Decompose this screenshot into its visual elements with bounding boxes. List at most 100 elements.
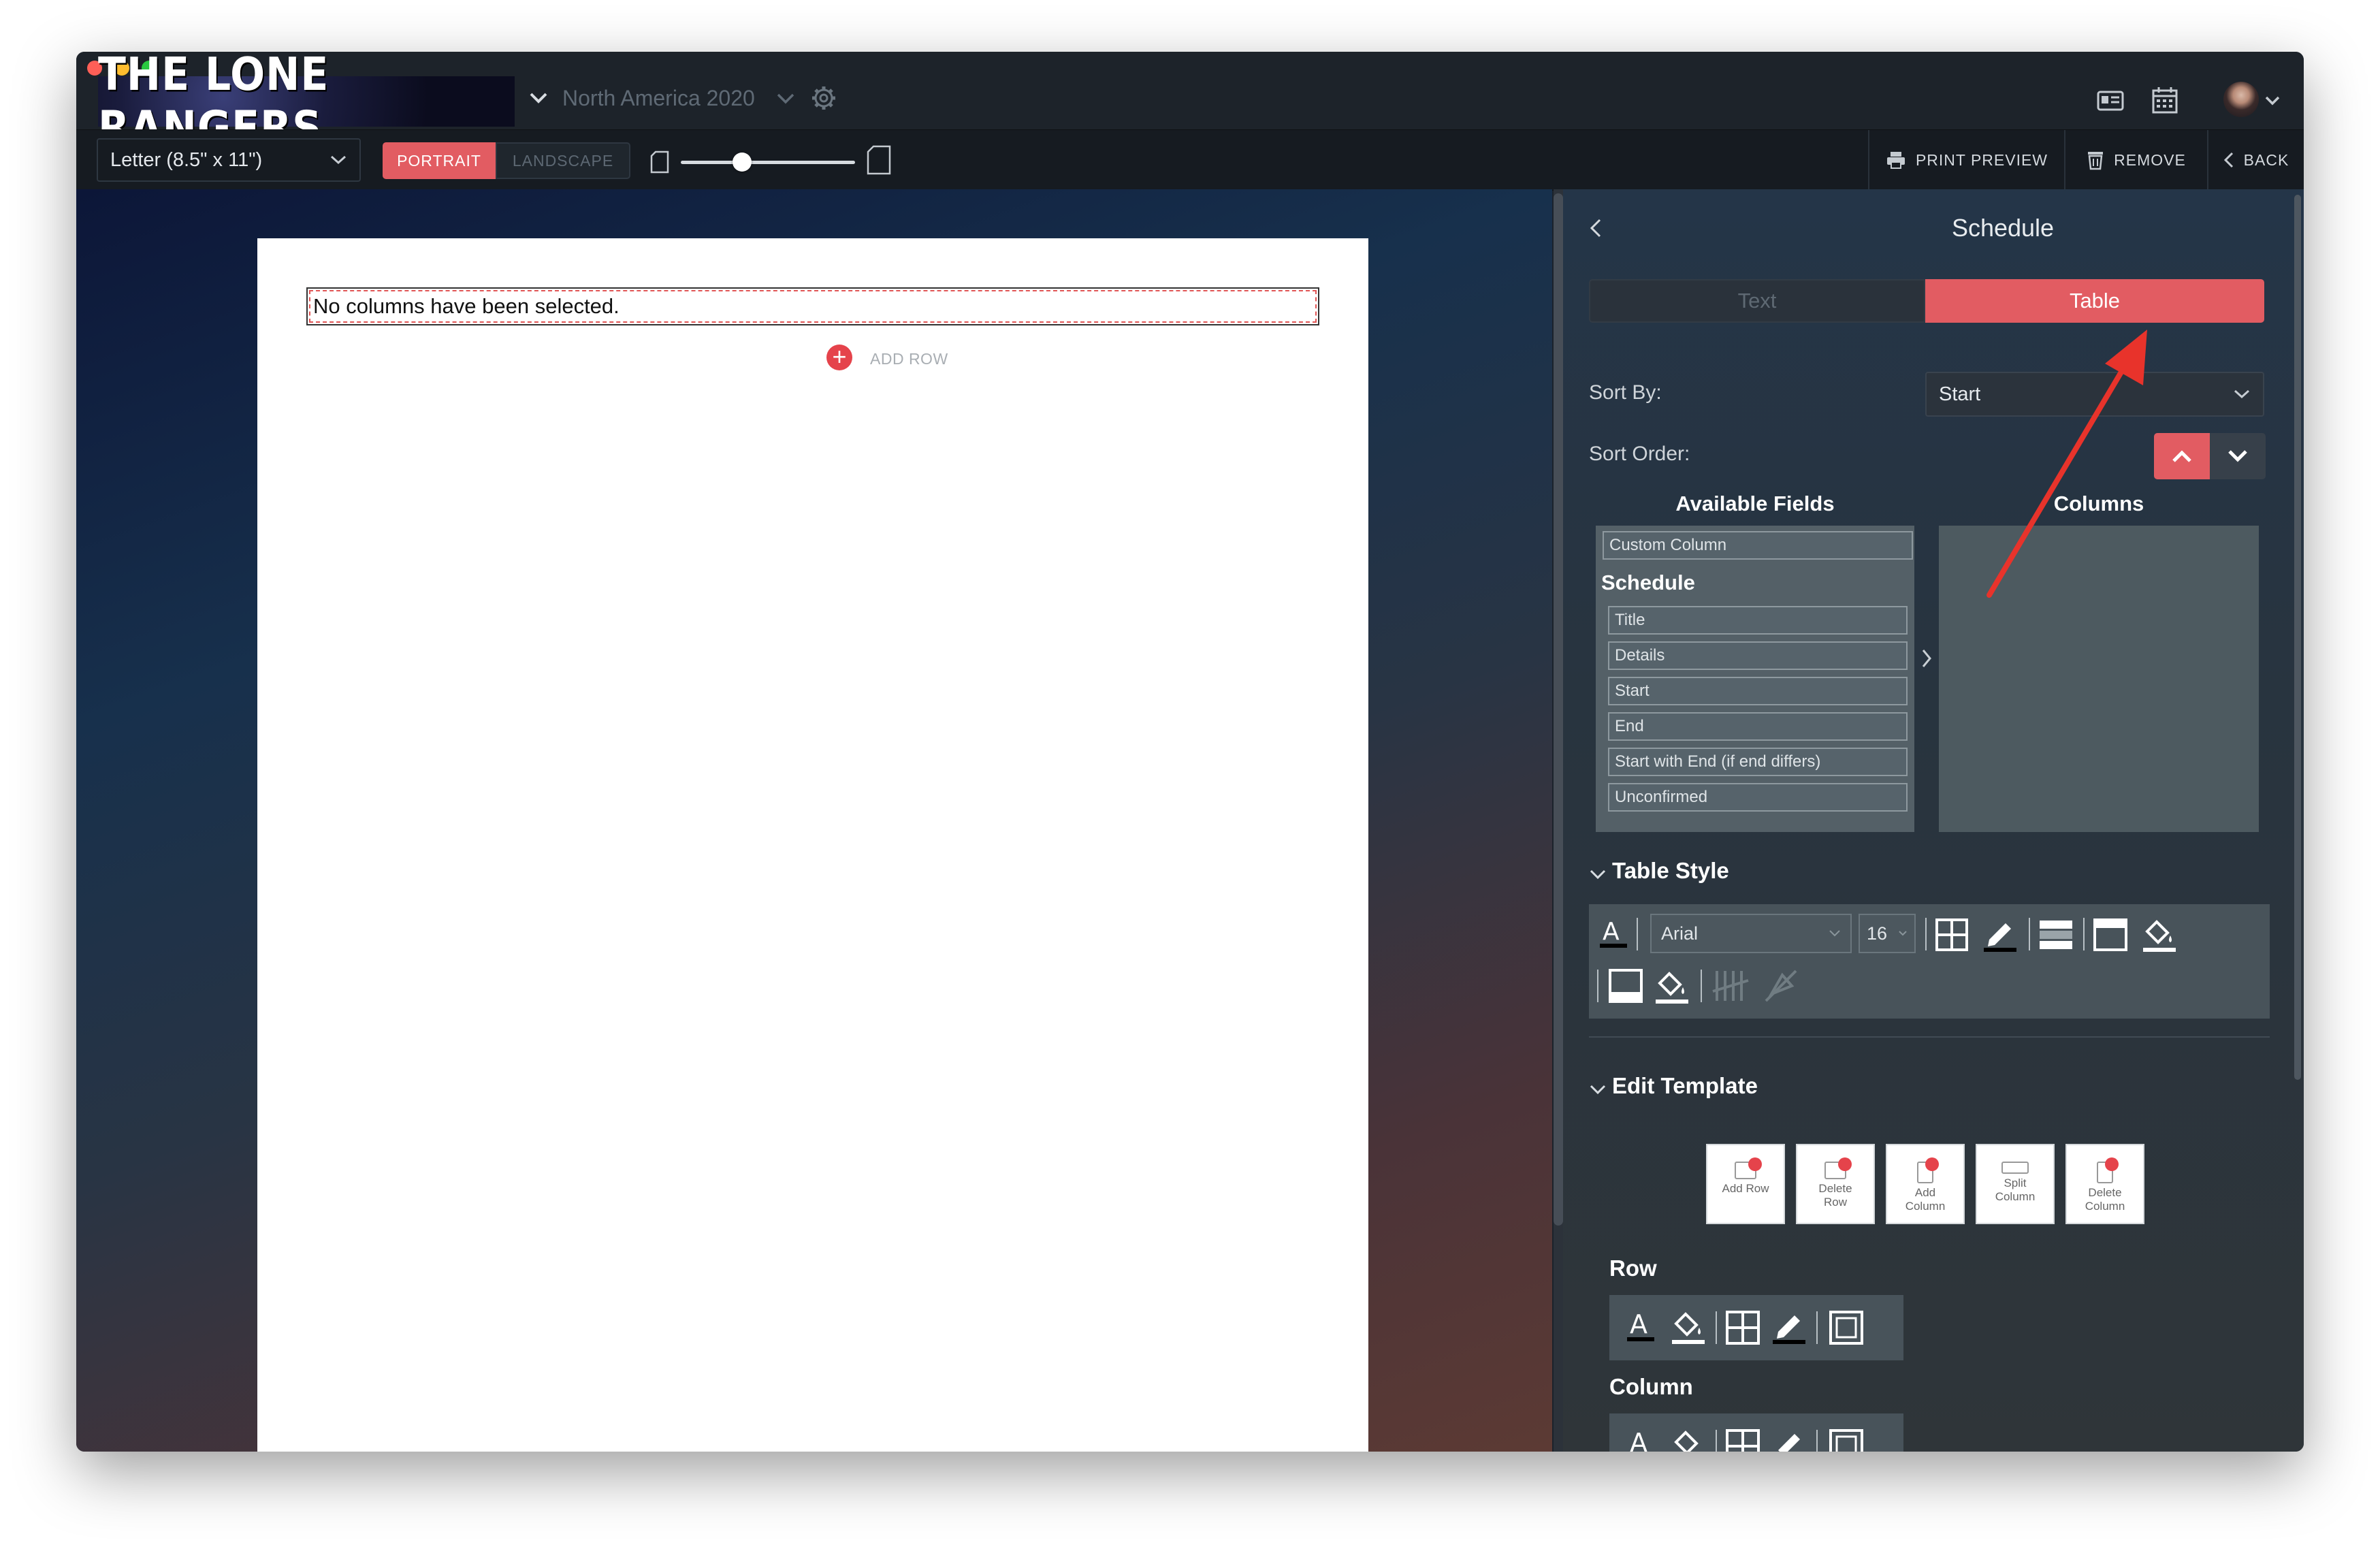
striped-rows-icon[interactable]	[2038, 918, 2074, 952]
row-borders-icon[interactable]	[1725, 1310, 1760, 1345]
team-logo[interactable]: THE LONE RANGERS	[98, 52, 515, 155]
template-split-column-button[interactable]: Split Column	[1976, 1144, 2055, 1224]
annotation-arrow	[1987, 330, 2147, 598]
back-button[interactable]: BACK	[2207, 130, 2304, 190]
calendar-icon[interactable]	[2151, 86, 2178, 114]
field-unconfirmed[interactable]: Unconfirmed	[1608, 783, 1908, 812]
paper-size-value: Letter (8.5" x 11")	[110, 148, 263, 171]
tab-text[interactable]: Text	[1589, 279, 1925, 323]
add-row-plus-icon[interactable]: +	[826, 345, 852, 370]
panel-title: Schedule	[1951, 214, 2055, 242]
add-row-label-text: Add Row	[1722, 1182, 1769, 1195]
user-menu-chevron-down-icon[interactable]	[2264, 95, 2281, 106]
column-border-color-pencil-icon[interactable]	[1771, 1427, 1807, 1452]
column-dividers-disabled-icon	[1712, 971, 1749, 1001]
section-divider	[1589, 1036, 2270, 1038]
row-fill-color-icon[interactable]	[1671, 1307, 1706, 1345]
zoom-in-page-icon[interactable]	[866, 145, 892, 175]
move-field-right-chevron-icon[interactable]	[1921, 648, 1932, 669]
add-column-label-line2: Column	[1905, 1200, 1946, 1213]
border-color-pencil-icon[interactable]	[1982, 916, 2018, 952]
svg-text:A: A	[1603, 918, 1620, 946]
field-details[interactable]: Details	[1608, 641, 1908, 670]
table-style-heading[interactable]: Table Style	[1612, 858, 1729, 884]
column-borders-icon[interactable]	[1725, 1428, 1760, 1452]
table-borders-icon[interactable]	[1935, 918, 1969, 952]
print-preview-label: PRINT PREVIEW	[1915, 150, 2048, 169]
row-text-color-icon[interactable]: A	[1627, 1309, 1654, 1343]
template-add-column-button[interactable]: Add Column	[1886, 1144, 1965, 1224]
row-style-toolbar: A	[1609, 1295, 1903, 1360]
document-canvas: No columns have been selected. + ADD ROW	[76, 189, 1552, 1452]
paper-size-chevron-down-icon	[330, 155, 347, 165]
chevron-down-icon	[2228, 450, 2247, 462]
print-preview-button[interactable]: PRINT PREVIEW	[1868, 130, 2064, 190]
project-chevron-down-icon[interactable]	[776, 93, 795, 105]
field-end[interactable]: End	[1608, 712, 1908, 741]
column-padding-icon[interactable]	[1829, 1428, 1864, 1452]
column-style-heading: Column	[1609, 1374, 1693, 1399]
delete-row-icon	[1824, 1157, 1852, 1179]
canvas-scrollbar-thumb[interactable]	[1554, 193, 1563, 1226]
row-padding-icon[interactable]	[1829, 1310, 1864, 1345]
add-row-label[interactable]: ADD ROW	[870, 350, 948, 368]
header-fill-color-icon[interactable]	[2142, 915, 2177, 953]
sort-descending-button[interactable]	[2210, 433, 2266, 479]
column-fill-color-icon[interactable]	[1671, 1426, 1706, 1452]
font-size-select[interactable]: 16	[1859, 914, 1916, 953]
trash-icon	[2088, 152, 2104, 170]
table-style-collapse-chevron-icon[interactable]	[1589, 869, 1607, 881]
split-column-icon	[2001, 1162, 2029, 1174]
field-start[interactable]: Start	[1608, 677, 1908, 705]
add-column-icon	[1917, 1157, 1939, 1183]
sort-order-label: Sort Order:	[1589, 443, 1690, 465]
project-selector[interactable]: North America 2020	[562, 86, 755, 111]
edit-template-heading[interactable]: Edit Template	[1612, 1073, 1758, 1099]
sort-by-label: Sort By:	[1589, 381, 1662, 404]
header-row-icon[interactable]	[2093, 918, 2128, 952]
remove-button[interactable]: REMOVE	[2064, 130, 2207, 190]
svg-text:A: A	[1630, 1428, 1647, 1452]
field-custom-column[interactable]: Custom Column	[1603, 531, 1913, 560]
row-style-heading: Row	[1609, 1256, 1657, 1281]
zoom-slider-handle[interactable]	[732, 153, 752, 172]
landscape-button[interactable]: LANDSCAPE	[496, 142, 630, 179]
available-fields-list: Custom Column Schedule Title Details Sta…	[1596, 526, 1914, 832]
template-delete-column-button[interactable]: Delete Column	[2065, 1144, 2144, 1224]
panel-scrollbar-thumb[interactable]	[2294, 195, 2301, 1080]
template-add-row-button[interactable]: Add Row	[1706, 1144, 1785, 1224]
portrait-button[interactable]: PORTRAIT	[383, 142, 496, 179]
font-size-value: 16	[1867, 923, 1888, 944]
panel-back-chevron-icon[interactable]	[1589, 218, 1603, 238]
gear-icon[interactable]	[810, 84, 837, 112]
footer-fill-color-icon[interactable]	[1654, 967, 1690, 1006]
template-delete-row-button[interactable]: Delete Row	[1796, 1144, 1875, 1224]
chevron-up-icon	[2172, 450, 2191, 462]
column-text-color-icon[interactable]: A	[1627, 1427, 1654, 1452]
font-family-select[interactable]: Arial	[1650, 914, 1852, 953]
font-family-value: Arial	[1661, 923, 1699, 944]
printer-icon	[1886, 152, 1905, 169]
row-border-color-pencil-icon[interactable]	[1771, 1309, 1807, 1344]
column-style-toolbar: A	[1609, 1413, 1903, 1452]
empty-table-message[interactable]: No columns have been selected.	[306, 287, 1319, 325]
tab-table[interactable]: Table	[1925, 279, 2264, 323]
contact-card-icon[interactable]	[2097, 90, 2124, 112]
footer-row-icon[interactable]	[1608, 968, 1643, 1004]
add-row-icon	[1735, 1157, 1762, 1179]
zoom-slider[interactable]	[681, 161, 855, 164]
split-column-label-line2: Column	[1995, 1190, 2036, 1203]
text-color-icon[interactable]: A	[1600, 916, 1627, 949]
sort-by-chevron-down-icon	[2234, 389, 2250, 399]
team-chevron-down-icon[interactable]	[528, 91, 549, 105]
app-window: THE LONE RANGERS North America 2020 Lett…	[76, 52, 2304, 1452]
delete-column-icon	[2097, 1157, 2119, 1183]
field-start-with-end[interactable]: Start with End (if end differs)	[1608, 748, 1908, 776]
edit-template-collapse-chevron-icon[interactable]	[1589, 1084, 1607, 1096]
field-title[interactable]: Title	[1608, 606, 1908, 635]
sort-ascending-button[interactable]	[2154, 433, 2210, 479]
paper-size-select[interactable]: Letter (8.5" x 11")	[97, 138, 361, 182]
zoom-out-page-icon[interactable]	[649, 150, 670, 174]
user-avatar[interactable]	[2223, 82, 2259, 117]
delete-row-label-line2: Row	[1823, 1196, 1847, 1209]
